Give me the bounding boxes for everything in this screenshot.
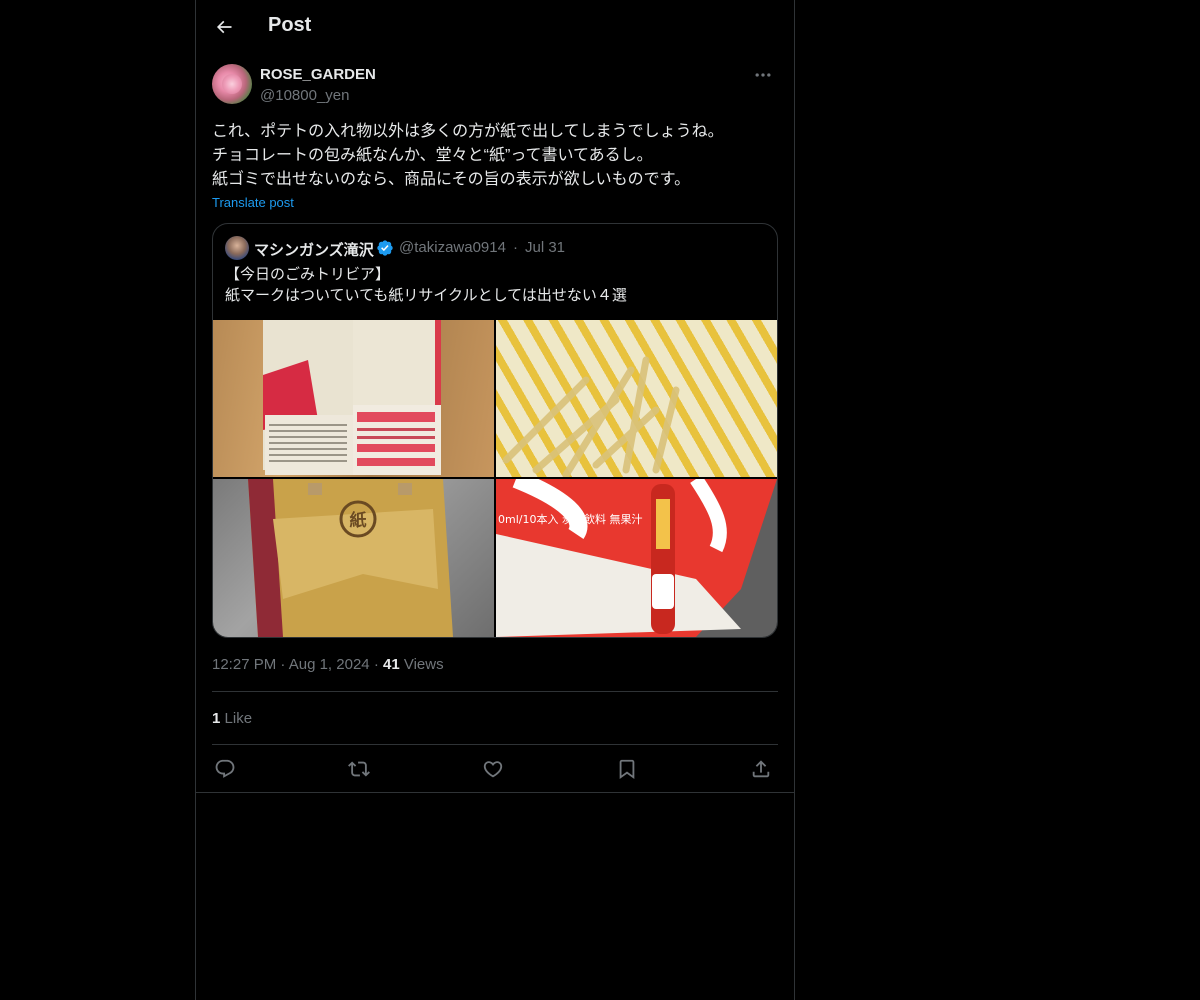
chocolate-box-photo[interactable] xyxy=(213,320,494,477)
separator-dot: · xyxy=(513,239,518,256)
divider xyxy=(212,691,778,692)
main-column: Post ROSE_GARDEN @10800_yen これ、ポテトの入れ物以外… xyxy=(195,0,795,1000)
post-meta: 12:27 PM · Aug 1, 2024 · 41 Views xyxy=(212,656,444,673)
views-label: Views xyxy=(403,656,444,673)
action-bar xyxy=(212,756,778,782)
page-header: Post xyxy=(196,0,794,54)
back-arrow-icon xyxy=(216,20,232,34)
quoted-display-name: マシンガンズ滝沢 xyxy=(254,242,374,259)
post-text-line: これ、ポテトの入れ物以外は多くの方が紙で出してしまうでしょうね。 xyxy=(212,123,724,140)
quoted-post[interactable]: マシンガンズ滝沢 @takizawa0914 · Jul 31 【今日のごみトリ… xyxy=(212,223,778,638)
bookmark-icon xyxy=(619,759,635,780)
drink-carton-photo[interactable]: 0ml/10本入 炭酸飲料 無果汁 xyxy=(496,479,777,637)
fries-container-photo[interactable] xyxy=(496,320,777,477)
reply-button[interactable] xyxy=(212,756,238,782)
repost-icon xyxy=(348,761,370,777)
post-time[interactable]: 12:27 PM xyxy=(212,656,276,673)
more-button[interactable] xyxy=(748,64,778,86)
page-title: Post xyxy=(268,14,312,36)
like-button[interactable] xyxy=(480,756,506,782)
svg-text:紙: 紙 xyxy=(350,510,367,531)
quoted-text-line: 紙マークはついていても紙リサイクルとしては出せない４選 xyxy=(225,287,627,304)
likes-link[interactable]: 1 Like xyxy=(212,710,252,727)
author-handle[interactable]: @10800_yen xyxy=(260,87,349,104)
paper-wrapper-photo[interactable]: 紙 xyxy=(213,479,494,637)
bookmark-button[interactable] xyxy=(614,756,640,782)
quoted-date: Jul 31 xyxy=(525,239,566,256)
likes-label: Like xyxy=(224,710,253,727)
quoted-text-line: 【今日のごみトリビア】 xyxy=(225,266,391,283)
post-text-line: チョコレートの包み紙なんか、堂々と“紙”って書いてあるし。 xyxy=(212,147,653,164)
translate-post-link[interactable]: Translate post xyxy=(212,195,294,210)
like-icon xyxy=(483,761,503,778)
media-grid: 紙 0ml/10本入 炭酸飲料 無果汁 xyxy=(213,320,777,637)
reply-icon xyxy=(215,759,235,778)
views-count: 41 xyxy=(382,656,400,673)
share-button[interactable] xyxy=(748,756,774,782)
divider xyxy=(196,792,794,793)
share-icon xyxy=(752,760,770,778)
quoted-handle: @takizawa0914 xyxy=(399,239,506,256)
post-text: これ、ポテトの入れ物以外は多くの方が紙で出してしまうでしょうね。 チョコレートの… xyxy=(212,120,778,192)
likes-count: 1 xyxy=(212,710,221,727)
quoted-avatar xyxy=(225,236,249,260)
quoted-text: 【今日のごみトリビア】 紙マークはついていても紙リサイクルとしては出せない４選 xyxy=(225,264,765,306)
author-display-name[interactable]: ROSE_GARDEN xyxy=(260,66,376,83)
repost-button[interactable] xyxy=(346,756,372,782)
back-button[interactable] xyxy=(208,11,240,43)
more-icon xyxy=(755,73,771,77)
post-date[interactable]: Aug 1, 2024 xyxy=(289,656,370,673)
drink-carton-text: 0ml/10本入 炭酸飲料 無果汁 xyxy=(498,512,642,526)
verified-badge-icon xyxy=(377,240,393,256)
avatar[interactable] xyxy=(212,64,252,104)
separator-dot: · xyxy=(280,656,289,673)
divider xyxy=(212,744,778,745)
separator-dot: · xyxy=(373,656,383,673)
post-author: ROSE_GARDEN @10800_yen xyxy=(212,64,778,108)
post-text-line: 紙ゴミで出せないのなら、商品にその旨の表示が欲しいものです。 xyxy=(212,171,691,188)
